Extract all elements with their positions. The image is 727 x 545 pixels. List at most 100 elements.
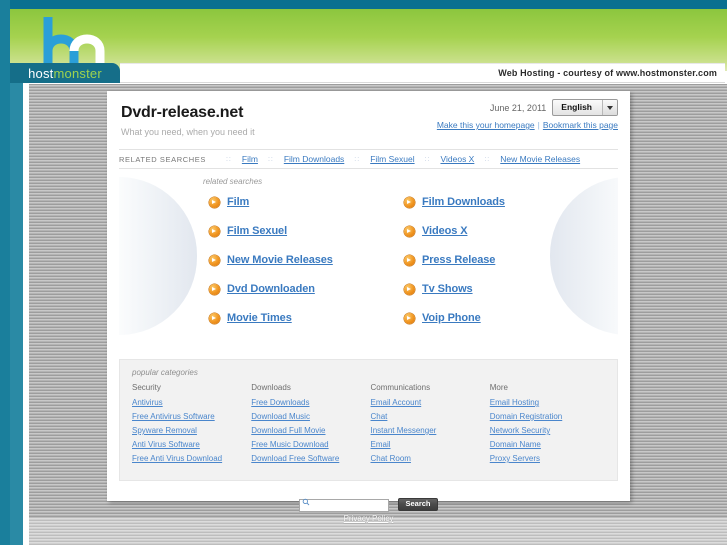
logo-text-host: host <box>28 65 54 81</box>
category-link[interactable]: Chat <box>371 412 486 421</box>
orange-arrow-icon <box>209 254 220 266</box>
nav-separator: :: <box>225 155 232 163</box>
category-link[interactable]: Spyware Removal <box>132 426 247 435</box>
category-link[interactable]: Free Downloads <box>251 398 366 407</box>
orange-arrow-icon <box>209 196 220 208</box>
result-item[interactable]: New Movie Releases <box>209 254 404 266</box>
result-link-videos-x[interactable]: Videos X <box>422 225 468 237</box>
make-homepage-link[interactable]: Make this your homepage <box>437 120 535 130</box>
nav-separator: :: <box>424 155 431 163</box>
link-separator: | <box>537 120 540 130</box>
result-link-film-downloads[interactable]: Film Downloads <box>422 196 505 208</box>
results-grid: Film Film Downloads Film Sexuel Videos X… <box>119 186 599 324</box>
category-link[interactable]: Free Anti Virus Download <box>132 454 247 463</box>
category-title: Communications <box>370 383 431 392</box>
result-link-film[interactable]: Film <box>227 196 249 208</box>
nav-link-film-downloads[interactable]: Film Downloads <box>284 154 344 164</box>
hostmonster-logo-tab[interactable]: host monster <box>10 63 120 83</box>
bookmark-page-link[interactable]: Bookmark this page <box>543 120 618 130</box>
category-column-more: More Email Hosting Domain Registration N… <box>490 383 605 468</box>
category-title: More <box>489 383 508 392</box>
category-link[interactable]: Email Account <box>371 398 486 407</box>
orange-arrow-icon <box>404 225 415 237</box>
nav-link-film-sexuel[interactable]: Film Sexuel <box>370 154 414 164</box>
current-date: June 21, 2011 <box>489 102 547 113</box>
category-column-downloads: Downloads Free Downloads Download Music … <box>251 383 366 468</box>
left-rail <box>0 0 10 545</box>
orange-arrow-icon <box>404 254 415 266</box>
browser-top-strip <box>0 0 727 9</box>
panel-header: Dvdr-release.net What you need, when you… <box>107 91 630 149</box>
result-link-tv-shows[interactable]: Tv Shows <box>422 283 473 295</box>
left-rail-inner <box>10 80 23 545</box>
nav-separator: :: <box>484 155 491 163</box>
result-link-film-sexuel[interactable]: Film Sexuel <box>227 225 287 237</box>
chevron-down-icon[interactable] <box>602 100 617 115</box>
category-link[interactable]: Network Security <box>490 426 605 435</box>
header-right-group: June 21, 2011 English Make this your hom… <box>437 99 618 130</box>
category-link[interactable]: Antivirus <box>132 398 247 407</box>
orange-arrow-icon <box>404 283 415 295</box>
category-link[interactable]: Anti Virus Software <box>132 440 247 449</box>
result-item[interactable]: Videos X <box>404 225 599 237</box>
logo-text-monster: monster <box>53 65 102 81</box>
result-item[interactable]: Movie Times <box>209 312 404 324</box>
category-link[interactable]: Free Music Download <box>251 440 366 449</box>
related-searches-navbar: RELATED SEARCHES :: Film :: Film Downloa… <box>119 149 618 169</box>
category-link[interactable]: Proxy Servers <box>490 454 605 463</box>
courtesy-text: Web Hosting - courtesy of www.hostmonste… <box>498 68 717 78</box>
category-title: Security <box>132 383 161 392</box>
popular-categories-box: popular categories Security Antivirus Fr… <box>119 359 618 481</box>
result-item[interactable]: Tv Shows <box>404 283 599 295</box>
result-item[interactable]: Film Sexuel <box>209 225 404 237</box>
result-item[interactable]: Film Downloads <box>404 196 599 208</box>
result-link-press-release[interactable]: Press Release <box>422 254 495 266</box>
result-item[interactable]: Film <box>209 196 404 208</box>
category-link[interactable]: Download Free Software <box>251 454 366 463</box>
popular-categories-grid: Security Antivirus Free Antivirus Softwa… <box>132 383 605 468</box>
result-link-new-movie-releases[interactable]: New Movie Releases <box>227 254 333 266</box>
language-select[interactable]: English <box>552 99 618 116</box>
category-title: Downloads <box>251 383 291 392</box>
orange-arrow-icon <box>209 312 220 324</box>
nav-link-new-movie-releases[interactable]: New Movie Releases <box>500 154 580 164</box>
nav-link-film[interactable]: Film <box>242 154 258 164</box>
result-item[interactable]: Dvd Downloaden <box>209 283 404 295</box>
orange-arrow-icon <box>209 225 220 237</box>
main-content-panel: Dvdr-release.net What you need, when you… <box>107 91 630 512</box>
date-language-row: June 21, 2011 English <box>437 99 618 116</box>
category-link[interactable]: Domain Registration <box>490 412 605 421</box>
category-link[interactable]: Domain Name <box>490 440 605 449</box>
privacy-policy-link[interactable]: Privacy Policy <box>344 514 394 523</box>
nav-separator: :: <box>354 155 361 163</box>
footer: Privacy Policy <box>107 508 630 526</box>
category-link[interactable]: Instant Messenger <box>371 426 486 435</box>
courtesy-bar: Web Hosting - courtesy of www.hostmonste… <box>120 63 725 83</box>
orange-arrow-icon <box>404 312 415 324</box>
related-searches-heading: related searches <box>203 177 263 186</box>
result-link-movie-times[interactable]: Movie Times <box>227 312 292 324</box>
category-link[interactable]: Chat Room <box>371 454 486 463</box>
category-link[interactable]: Free Antivirus Software <box>132 412 247 421</box>
category-link[interactable]: Download Music <box>251 412 366 421</box>
category-link[interactable]: Download Full Movie <box>251 426 366 435</box>
result-item[interactable]: Voip Phone <box>404 312 599 324</box>
nav-separator: :: <box>267 155 274 163</box>
result-link-voip-phone[interactable]: Voip Phone <box>422 312 481 324</box>
category-link[interactable]: Email Hosting <box>490 398 605 407</box>
orange-arrow-icon <box>404 196 415 208</box>
header-utility-links: Make this your homepage | Bookmark this pa… <box>437 120 618 130</box>
orange-arrow-icon <box>209 283 220 295</box>
related-searches-results: related searches Film Film Downloads Fil… <box>119 169 618 345</box>
result-link-dvd-downloaden[interactable]: Dvd Downloaden <box>227 283 315 295</box>
nav-link-videos-x[interactable]: Videos X <box>440 154 474 164</box>
hostmonster-banner <box>10 9 727 71</box>
category-column-security: Security Antivirus Free Antivirus Softwa… <box>132 383 247 468</box>
popular-categories-heading: popular categories <box>132 368 198 377</box>
category-column-communications: Communications Email Account Chat Instan… <box>371 383 486 468</box>
related-searches-label: RELATED SEARCHES <box>119 154 206 164</box>
category-link[interactable]: Email <box>371 440 486 449</box>
page-root: host monster Web Hosting - courtesy of ww… <box>0 0 727 545</box>
language-select-value: English <box>561 102 592 113</box>
result-item[interactable]: Press Release <box>404 254 599 266</box>
